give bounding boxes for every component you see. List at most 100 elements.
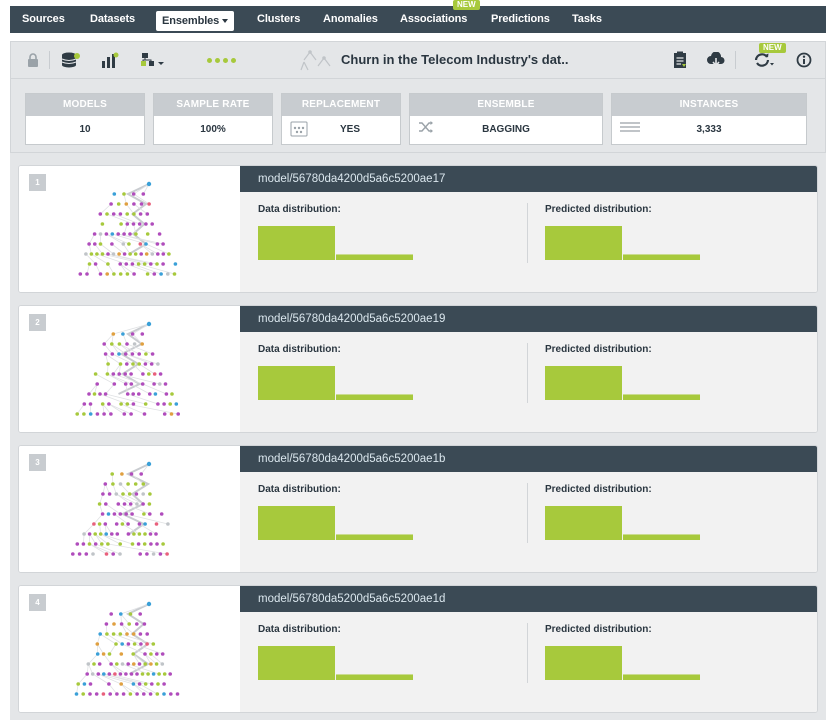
- model-id-link[interactable]: model/56780da4200d5a6c5200ae19: [240, 306, 817, 332]
- distribution-bar[interactable]: [258, 646, 335, 680]
- model-row[interactable]: 2 model/56780da4200d5a6c5200ae19 Data di…: [18, 305, 818, 433]
- distribution-bar[interactable]: [336, 254, 413, 260]
- card-label: REPLACEMENT: [282, 94, 400, 116]
- tree-branch: [77, 673, 88, 685]
- tree-node: [71, 552, 75, 556]
- batch-new-badge: NEW: [759, 43, 786, 53]
- nav-ensembles[interactable]: Ensembles: [156, 11, 235, 31]
- distribution-bar[interactable]: [545, 646, 622, 680]
- tree-node: [123, 382, 128, 386]
- data-distribution: Data distribution:: [258, 624, 528, 704]
- predicted-distribution: Predicted distribution:: [545, 484, 815, 564]
- tree-node: [93, 242, 97, 246]
- distribution-bar[interactable]: [336, 394, 413, 400]
- model-id-link[interactable]: model/56780da5200d5a6c5200ae1d: [240, 586, 817, 612]
- distribution-bar[interactable]: [258, 366, 335, 400]
- nav-predictions[interactable]: Predictions: [491, 6, 550, 33]
- tree-node: [101, 652, 106, 656]
- tree-node: [121, 242, 126, 246]
- predicted-distribution-chart[interactable]: [545, 224, 705, 260]
- tree-node: [110, 242, 114, 246]
- tree-branch: [99, 393, 128, 405]
- distribution-bar[interactable]: [336, 674, 413, 680]
- tree-node: [125, 362, 129, 366]
- cloud-download-icon[interactable]: [701, 42, 731, 78]
- dots-icon[interactable]: [207, 58, 236, 63]
- distribution-bar[interactable]: [623, 534, 700, 540]
- tree-node: [98, 232, 103, 236]
- tree-node: [153, 392, 158, 396]
- tree-node: [118, 482, 123, 486]
- tree-node: [115, 532, 120, 536]
- tree-node: [122, 232, 126, 236]
- predicted-distribution-chart[interactable]: [545, 364, 705, 400]
- tree-node: [77, 552, 82, 556]
- distribution-bar[interactable]: [258, 226, 335, 260]
- dataset-icon[interactable]: [55, 42, 87, 78]
- tree-node: [88, 402, 93, 406]
- tree-node: [142, 692, 146, 696]
- tree-node: [128, 692, 133, 696]
- tree-node: [131, 632, 136, 636]
- tree-node: [112, 512, 117, 516]
- tree-node: [114, 522, 119, 526]
- tree-icon[interactable]: [133, 42, 173, 78]
- model-row[interactable]: 3 model/56780da4200d5a6c5200ae1b Data di…: [18, 445, 818, 573]
- tree-node: [138, 612, 142, 616]
- model-row[interactable]: 4 model/56780da5200d5a6c5200ae1d Data di…: [18, 585, 818, 713]
- distribution-bar[interactable]: [545, 506, 622, 540]
- lock-icon[interactable]: [19, 42, 47, 78]
- model-tree-thumbnail[interactable]: 3: [19, 446, 240, 572]
- tree-node: [147, 502, 152, 506]
- tree-node: [138, 242, 143, 246]
- model-id-link[interactable]: model/56780da4200d5a6c5200ae1b: [240, 446, 817, 472]
- tree-node: [161, 262, 165, 266]
- tree-node: [152, 372, 157, 376]
- tree-node: [111, 632, 116, 636]
- nav-sources[interactable]: Sources: [22, 6, 65, 33]
- distribution-bar[interactable]: [336, 534, 413, 540]
- model-row[interactable]: 1 model/56780da4200d5a6c5200ae17 Data di…: [18, 165, 818, 293]
- info-icon[interactable]: [789, 42, 819, 78]
- model-id-link[interactable]: model/56780da4200d5a6c5200ae17: [240, 166, 817, 192]
- tree-node: [118, 212, 123, 216]
- tree-visualization: [71, 461, 170, 556]
- nav-datasets[interactable]: Datasets: [90, 6, 135, 33]
- data-distribution-chart[interactable]: [258, 224, 418, 260]
- tree-node: [104, 622, 109, 626]
- nav-associations[interactable]: Associations: [400, 6, 467, 33]
- data-distribution-chart[interactable]: [258, 364, 418, 400]
- tree-node: [172, 272, 177, 276]
- model-tree-thumbnail[interactable]: 2: [19, 306, 240, 432]
- distribution-bar[interactable]: [623, 674, 700, 680]
- model-tree-thumbnail[interactable]: 1: [19, 166, 240, 292]
- tree-node: [118, 672, 123, 676]
- tree-node: [107, 672, 112, 676]
- distribution-bar[interactable]: [258, 506, 335, 540]
- distribution-bar[interactable]: [623, 394, 700, 400]
- distribution-bar[interactable]: [545, 226, 622, 260]
- report-icon[interactable]: [665, 42, 695, 78]
- predicted-distribution-chart[interactable]: [545, 504, 705, 540]
- model-tree-thumbnail[interactable]: 4: [19, 586, 240, 712]
- tree-node: [130, 262, 135, 266]
- tree-node: [137, 392, 141, 396]
- distribution-bar[interactable]: [545, 366, 622, 400]
- distribution-bar[interactable]: [623, 254, 700, 260]
- data-distribution-chart[interactable]: [258, 644, 418, 680]
- data-distribution-chart[interactable]: [258, 504, 418, 540]
- tree-node: [102, 412, 106, 416]
- tree-node: [160, 662, 165, 666]
- tree-node: [140, 332, 145, 336]
- nav-anomalies[interactable]: Anomalies: [323, 6, 378, 33]
- chart-icon[interactable]: [95, 42, 125, 78]
- tree-node: [134, 232, 138, 236]
- tree-node: [130, 352, 135, 356]
- card-value-wrap: 3,333: [612, 116, 806, 144]
- nav-clusters[interactable]: Clusters: [257, 6, 300, 33]
- tree-node: [146, 181, 152, 187]
- model-details: model/56780da5200d5a6c5200ae1d Data dist…: [240, 586, 817, 712]
- tree-node: [144, 242, 148, 246]
- nav-tasks[interactable]: Tasks: [572, 6, 602, 33]
- predicted-distribution-chart[interactable]: [545, 644, 705, 680]
